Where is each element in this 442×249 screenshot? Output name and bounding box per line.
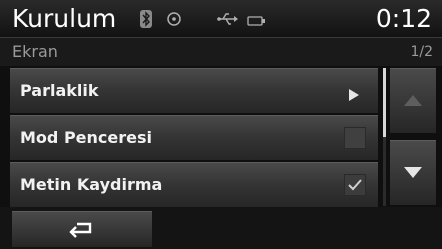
page-indicator: 1/2 bbox=[410, 44, 433, 60]
scroll-thumb[interactable] bbox=[383, 68, 386, 137]
status-bar: Kurulum 0:12 bbox=[0, 0, 442, 37]
scroll-up-button[interactable] bbox=[390, 68, 436, 133]
arrow-right-icon bbox=[348, 86, 360, 101]
checkbox-checked[interactable] bbox=[344, 174, 366, 196]
scroll-up-icon bbox=[404, 95, 422, 106]
checkbox-unchecked[interactable] bbox=[344, 127, 366, 149]
back-icon bbox=[69, 222, 92, 238]
menu-item-label: Metin Kaydirma bbox=[20, 175, 163, 194]
scroll-down-button[interactable] bbox=[390, 140, 436, 205]
menu-item-label: Mod Penceresi bbox=[20, 128, 152, 147]
menu-item-label: Parlaklik bbox=[20, 81, 99, 100]
disc-icon bbox=[167, 11, 181, 26]
menu-item-parlaklik[interactable]: Parlaklik bbox=[10, 68, 378, 113]
section-header: Ekran 1/2 bbox=[0, 37, 442, 66]
menu-item-metin-kaydirma[interactable]: Metin Kaydirma bbox=[10, 162, 378, 207]
clock: 0:12 bbox=[375, 4, 432, 33]
check-icon bbox=[348, 179, 362, 191]
back-button[interactable] bbox=[12, 211, 152, 247]
screen-title: Kurulum bbox=[12, 4, 117, 33]
setup-screen: Kurulum 0:12 Ekran 1/2 Parlaklik Mod Pen… bbox=[0, 0, 442, 249]
plug-icon bbox=[247, 12, 267, 26]
bluetooth-icon bbox=[140, 10, 152, 28]
section-title: Ekran bbox=[12, 42, 58, 61]
menu-item-mod-penceresi[interactable]: Mod Penceresi bbox=[10, 115, 378, 160]
bottom-bar bbox=[0, 207, 442, 249]
scroll-down-icon bbox=[404, 167, 422, 178]
usb-icon bbox=[217, 11, 239, 25]
